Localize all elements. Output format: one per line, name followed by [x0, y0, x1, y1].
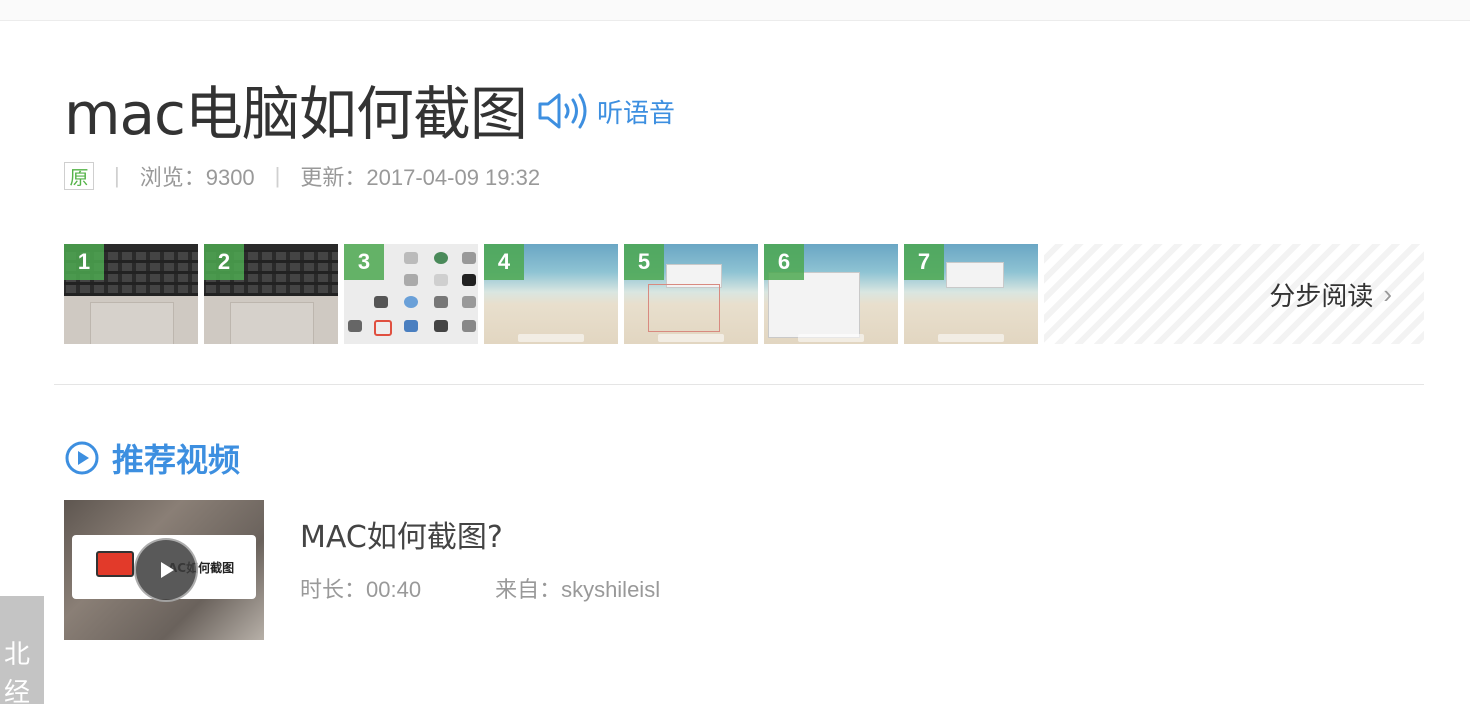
step-thumb-6[interactable]: 6 [764, 244, 898, 344]
app-icon [462, 274, 476, 286]
article-header: mac电脑如何截图 听语音 [64, 74, 675, 148]
step-reading-label: 分步阅读 › [1269, 276, 1392, 313]
section-divider [54, 384, 1424, 385]
step-thumbnails: 1 2 3 4 5 6 7 分步阅读 › [64, 244, 1424, 344]
laptop-icon [96, 551, 134, 577]
step-thumb-3[interactable]: 3 [344, 244, 478, 344]
top-bar [0, 0, 1470, 21]
dock-bar [518, 334, 584, 342]
app-icon [434, 296, 448, 308]
app-icon [404, 274, 418, 286]
app-icon [374, 296, 388, 308]
original-badge: 原 [64, 162, 94, 190]
video-title[interactable]: MAC如何截图? [300, 512, 503, 556]
article-meta: 原 | 浏览：9300 | 更新：2017-04-09 19:32 [64, 160, 540, 192]
step-reading-link[interactable]: 分步阅读 › [1044, 244, 1424, 344]
app-icon [462, 320, 476, 332]
chevron-right-icon: › [1383, 278, 1392, 309]
meta-separator: | [114, 163, 120, 188]
step-number: 7 [904, 244, 944, 280]
app-icon [374, 320, 392, 336]
play-circle-icon [65, 441, 99, 475]
side-tab-line1: 北 [3, 640, 30, 670]
step-number: 5 [624, 244, 664, 280]
play-icon [161, 562, 174, 578]
app-icon [404, 320, 418, 332]
app-icon [434, 274, 448, 286]
side-floating-tab[interactable]: 北 经 [0, 596, 44, 704]
speaker-icon [538, 93, 587, 129]
listen-label: 听语音 [596, 97, 675, 128]
page-title: mac电脑如何截图 [64, 80, 528, 148]
step-number: 1 [64, 244, 104, 280]
listen-audio-button[interactable]: 听语音 [537, 91, 675, 131]
video-source: 来自：skyshileisl [495, 577, 661, 602]
step-number: 3 [344, 244, 384, 280]
dialog-window [768, 272, 860, 338]
app-icon [404, 252, 418, 264]
trackpad-image [90, 302, 174, 344]
app-icon [348, 320, 362, 332]
selection-box [648, 284, 720, 332]
recommend-heading: 推荐视频 [112, 442, 241, 478]
meta-separator: | [274, 163, 281, 188]
recommend-header: 推荐视频 [64, 436, 240, 480]
app-icon [462, 252, 476, 264]
dock-bar [938, 334, 1004, 342]
trackpad-image [230, 302, 314, 344]
dialog-window [946, 262, 1004, 288]
view-count: 浏览：9300 [139, 165, 255, 190]
step-number: 4 [484, 244, 524, 280]
app-icon [404, 296, 418, 308]
video-thumbnail[interactable]: AC如何截图 [64, 500, 264, 640]
side-tab-line2: 经 [3, 678, 30, 704]
step-reading-text: 分步阅读 [1269, 280, 1374, 311]
step-number: 6 [764, 244, 804, 280]
step-thumb-2[interactable]: 2 [204, 244, 338, 344]
dock-bar [658, 334, 724, 342]
app-icon [434, 252, 448, 264]
video-duration: 时长：00:40 [300, 577, 422, 602]
step-thumb-7[interactable]: 7 [904, 244, 1038, 344]
step-number: 2 [204, 244, 244, 280]
step-thumb-5[interactable]: 5 [624, 244, 758, 344]
play-button[interactable] [134, 538, 198, 602]
video-meta: 时长：00:40 来自：skyshileisl [300, 572, 660, 604]
update-time: 更新：2017-04-09 19:32 [300, 165, 541, 190]
app-icon [462, 296, 476, 308]
app-icon [434, 320, 448, 332]
step-thumb-4[interactable]: 4 [484, 244, 618, 344]
dock-bar [798, 334, 864, 342]
step-thumb-1[interactable]: 1 [64, 244, 198, 344]
